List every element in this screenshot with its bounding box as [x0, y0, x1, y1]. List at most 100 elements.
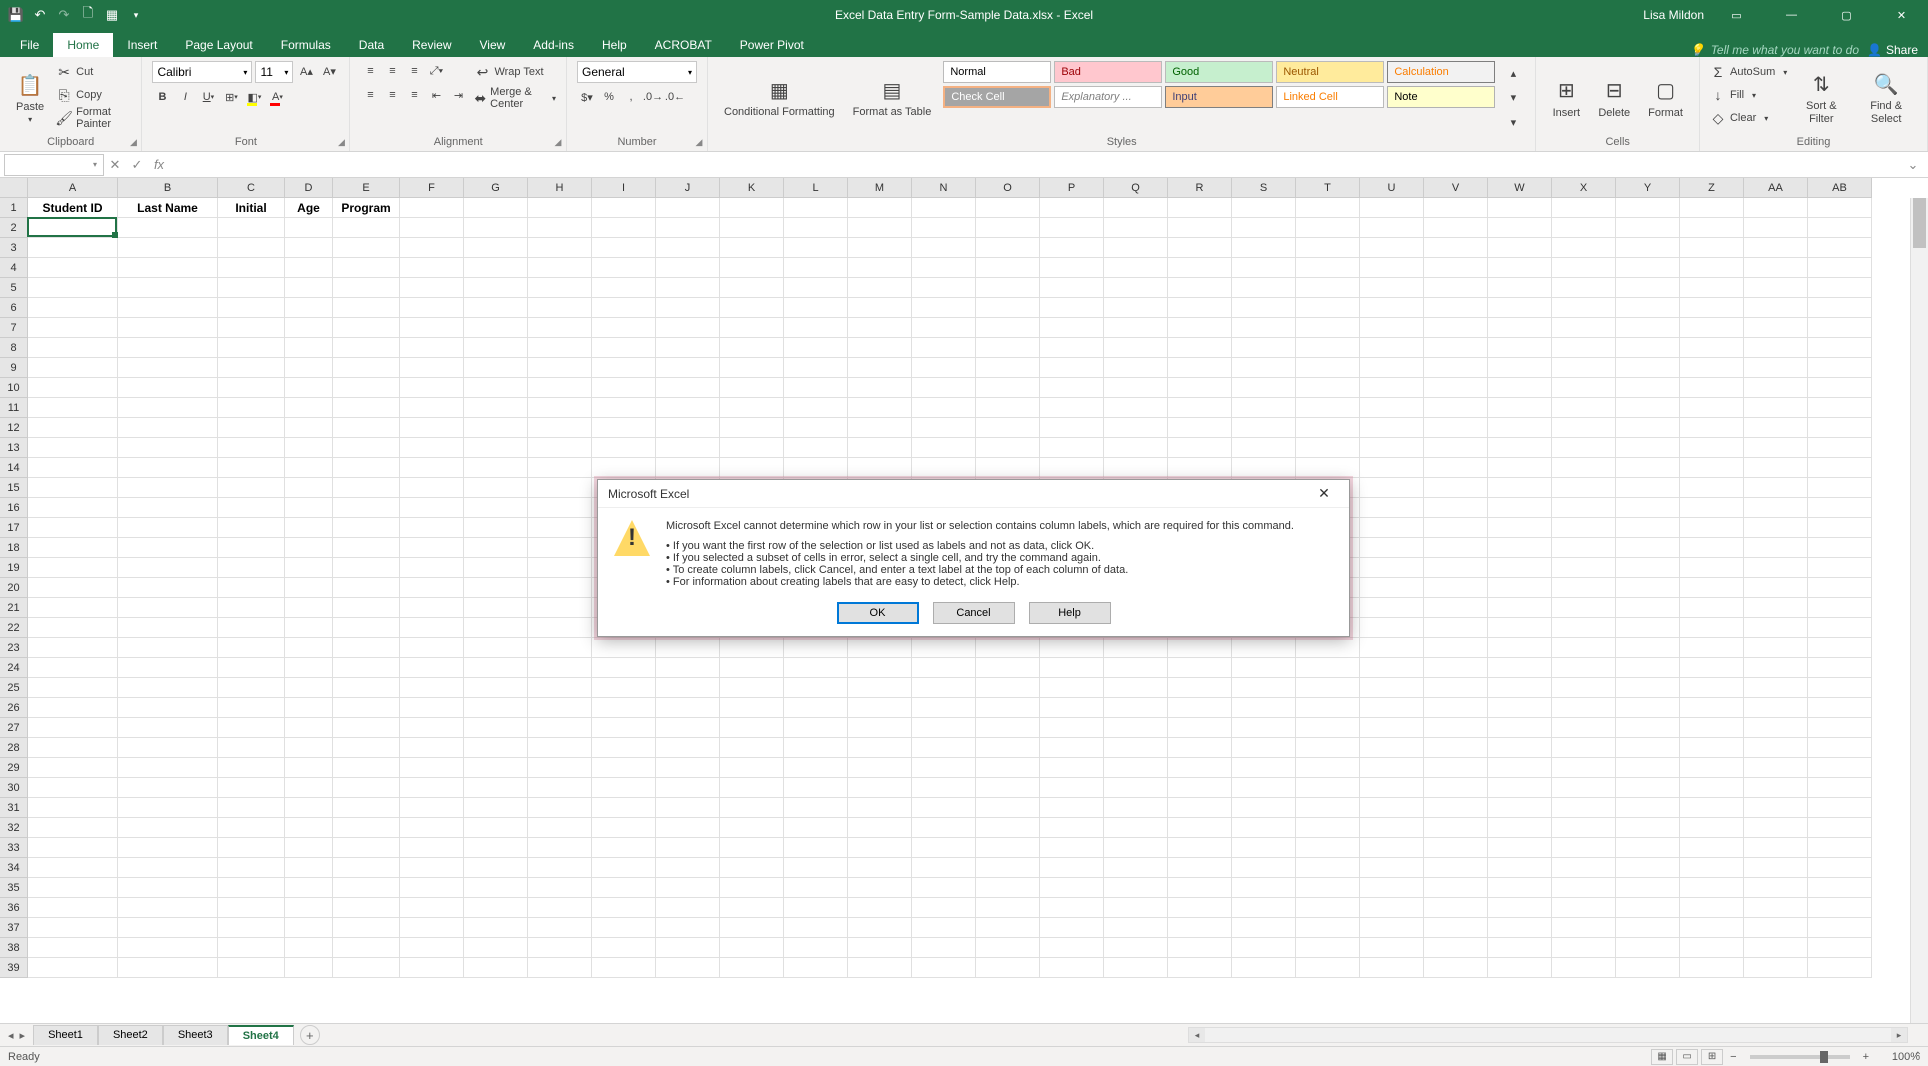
style-cell[interactable]: Normal — [943, 61, 1051, 83]
dialog-launcher-icon[interactable]: ◢ — [335, 136, 347, 148]
cell[interactable] — [592, 458, 656, 478]
comma-icon[interactable]: , — [621, 87, 641, 107]
cell[interactable] — [528, 438, 592, 458]
row-header[interactable]: 1 — [0, 198, 28, 218]
number-format-combo[interactable]: General▾ — [577, 61, 697, 83]
cell[interactable] — [1616, 898, 1680, 918]
cell[interactable] — [1616, 358, 1680, 378]
cell[interactable] — [1744, 758, 1808, 778]
cell[interactable] — [1040, 398, 1104, 418]
row-header[interactable]: 27 — [0, 718, 28, 738]
cell[interactable] — [528, 418, 592, 438]
italic-button[interactable]: I — [175, 87, 195, 107]
cell[interactable] — [218, 918, 285, 938]
row-header[interactable]: 25 — [0, 678, 28, 698]
cell[interactable] — [28, 318, 118, 338]
cell[interactable] — [1808, 618, 1872, 638]
cell[interactable] — [1552, 738, 1616, 758]
save-icon[interactable]: 💾 — [8, 7, 24, 23]
cell[interactable] — [333, 218, 400, 238]
row-header[interactable]: 3 — [0, 238, 28, 258]
cell[interactable] — [528, 218, 592, 238]
cell[interactable] — [720, 858, 784, 878]
cell[interactable] — [1168, 958, 1232, 978]
cell[interactable] — [1040, 318, 1104, 338]
cell[interactable] — [1360, 338, 1424, 358]
cell[interactable] — [1808, 238, 1872, 258]
cell[interactable] — [333, 858, 400, 878]
cell[interactable] — [1360, 478, 1424, 498]
cell[interactable] — [976, 958, 1040, 978]
cell[interactable] — [1360, 838, 1424, 858]
help-button[interactable]: Help — [1029, 602, 1111, 624]
cell[interactable] — [1808, 698, 1872, 718]
cell[interactable] — [656, 378, 720, 398]
cell[interactable] — [848, 798, 912, 818]
cell[interactable] — [1680, 838, 1744, 858]
cell[interactable] — [528, 198, 592, 218]
cell[interactable] — [400, 598, 464, 618]
cell[interactable] — [118, 518, 218, 538]
cell[interactable] — [333, 958, 400, 978]
cell[interactable] — [1744, 718, 1808, 738]
tab-review[interactable]: Review — [398, 33, 465, 57]
cell[interactable] — [720, 338, 784, 358]
cell[interactable]: Last Name — [118, 198, 218, 218]
cell[interactable] — [592, 658, 656, 678]
cell[interactable] — [1360, 458, 1424, 478]
cell[interactable] — [1744, 478, 1808, 498]
cell[interactable] — [1616, 638, 1680, 658]
cell[interactable] — [1168, 778, 1232, 798]
cell[interactable] — [1488, 318, 1552, 338]
cell[interactable] — [1808, 898, 1872, 918]
cell[interactable] — [912, 758, 976, 778]
cell[interactable] — [1808, 878, 1872, 898]
gallery-more-icon[interactable]: ▾ — [1503, 112, 1523, 132]
sheet-tab[interactable]: Sheet4 — [228, 1025, 294, 1045]
cell[interactable] — [528, 738, 592, 758]
decrease-font-icon[interactable]: A▾ — [319, 61, 339, 81]
cell[interactable] — [720, 738, 784, 758]
cell[interactable] — [848, 258, 912, 278]
cell[interactable] — [848, 238, 912, 258]
zoom-out-icon[interactable]: − — [1726, 1051, 1740, 1063]
cell[interactable] — [285, 378, 333, 398]
cell[interactable] — [1296, 638, 1360, 658]
cell[interactable] — [400, 938, 464, 958]
cell[interactable] — [1168, 298, 1232, 318]
cell[interactable] — [1104, 858, 1168, 878]
dialog-titlebar[interactable]: Microsoft Excel ✕ — [598, 480, 1349, 508]
cell[interactable] — [1104, 698, 1168, 718]
cell[interactable] — [218, 898, 285, 918]
column-header[interactable]: D — [285, 178, 333, 198]
cell[interactable] — [656, 918, 720, 938]
cell[interactable] — [400, 618, 464, 638]
cell[interactable] — [1680, 238, 1744, 258]
cell[interactable] — [528, 778, 592, 798]
autosum-button[interactable]: ΣAutoSum▾ — [1710, 61, 1787, 83]
cell[interactable] — [1744, 358, 1808, 378]
cell[interactable] — [1360, 618, 1424, 638]
cell[interactable] — [528, 858, 592, 878]
cell[interactable] — [218, 838, 285, 858]
cell[interactable] — [1424, 938, 1488, 958]
cell[interactable] — [333, 818, 400, 838]
row-header[interactable]: 2 — [0, 218, 28, 238]
cell[interactable] — [1360, 298, 1424, 318]
cell[interactable] — [118, 638, 218, 658]
cell[interactable] — [1424, 498, 1488, 518]
cell[interactable] — [592, 698, 656, 718]
cell[interactable] — [1808, 378, 1872, 398]
cell[interactable] — [1552, 578, 1616, 598]
cell[interactable] — [218, 938, 285, 958]
cell[interactable] — [1616, 418, 1680, 438]
cell[interactable] — [333, 398, 400, 418]
cell[interactable] — [1488, 358, 1552, 378]
cell[interactable] — [333, 758, 400, 778]
cell[interactable] — [1616, 838, 1680, 858]
cell[interactable] — [400, 518, 464, 538]
font-size-combo[interactable]: 11▾ — [255, 61, 293, 83]
cell[interactable] — [528, 758, 592, 778]
cell[interactable] — [1488, 538, 1552, 558]
cell[interactable] — [1744, 338, 1808, 358]
